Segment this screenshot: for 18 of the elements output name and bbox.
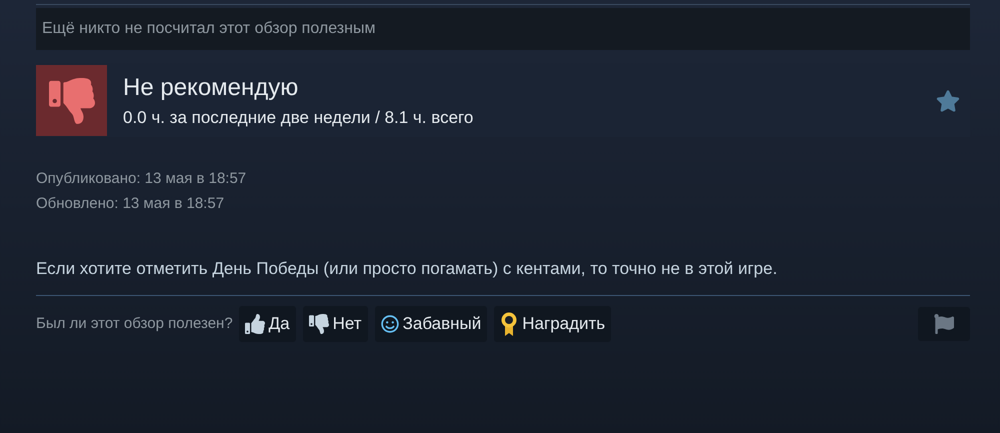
vote-button[interactable]: Да	[238, 306, 296, 342]
smiley-icon	[380, 315, 399, 333]
thumbs-down-icon	[308, 314, 329, 334]
playtime-text: 0.0 ч. за последние две недели / 8.1 ч. всего	[123, 108, 474, 128]
medal-icon	[500, 311, 518, 337]
review-body: Если хотите отметить День Победы (или просто погамать) с кентами, то точно не в этой игре.	[36, 258, 778, 280]
vote-button[interactable]: Забавный	[374, 306, 488, 342]
helpful-banner: Ещё никто не посчитал этот обзор полезным	[36, 8, 970, 50]
report-button[interactable]	[918, 307, 970, 341]
flag-icon	[934, 314, 954, 334]
helpful-question: Был ли этот обзор полезен?	[36, 314, 233, 334]
date-text: Опубликовано: 13 мая в 18:57	[36, 169, 248, 189]
thumbs-up-icon	[244, 314, 265, 334]
vote-button[interactable]: Наградить	[494, 306, 612, 342]
vote-button[interactable]: Нет	[302, 306, 368, 342]
star-icon[interactable]	[936, 89, 960, 113]
review-verdict: Не рекомендую	[123, 74, 300, 102]
date-text: Обновлено: 13 мая в 18:57	[36, 194, 226, 214]
